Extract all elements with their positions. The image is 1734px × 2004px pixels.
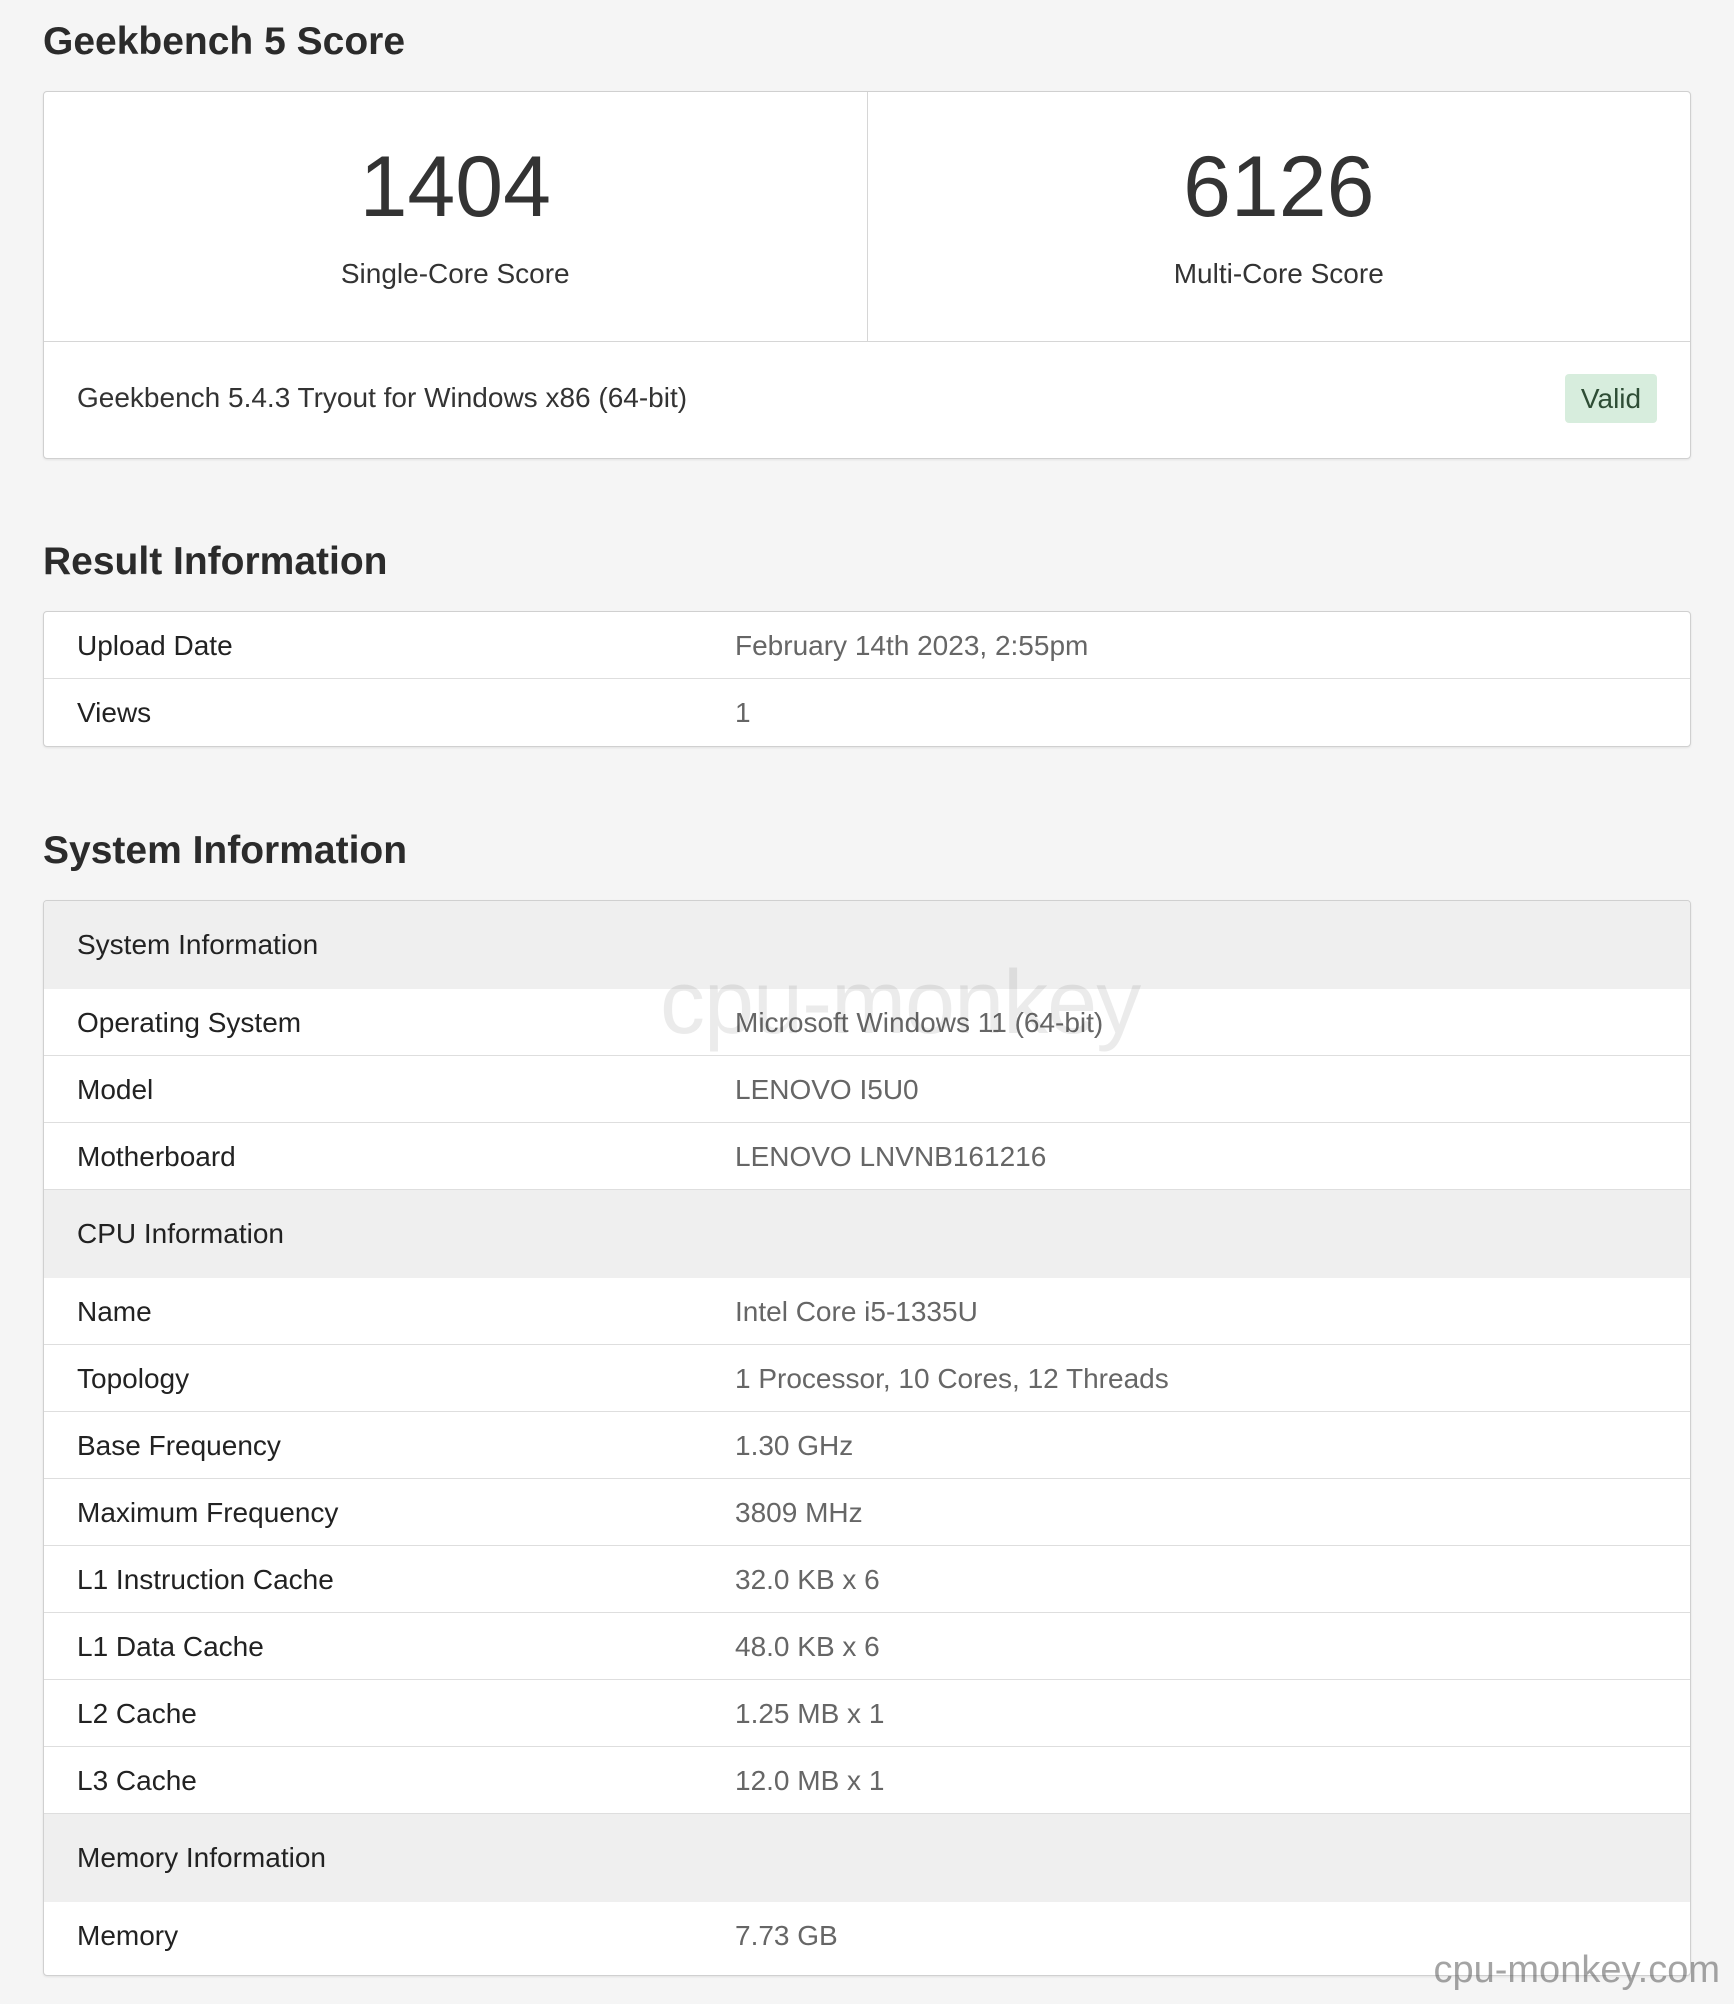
result-card: Upload Date February 14th 2023, 2:55pm V… bbox=[43, 611, 1691, 747]
table-row: L2 Cache 1.25 MB x 1 bbox=[44, 1680, 1690, 1747]
row-key: Motherboard bbox=[77, 1141, 236, 1172]
table-row: L3 Cache 12.0 MB x 1 bbox=[44, 1747, 1690, 1814]
table-row: Views 1 bbox=[44, 679, 1690, 746]
table-row: Memory 7.73 GB bbox=[44, 1902, 1690, 1969]
table-row: Base Frequency 1.30 GHz bbox=[44, 1412, 1690, 1479]
row-value: February 14th 2023, 2:55pm bbox=[735, 630, 1089, 661]
row-value: 3809 MHz bbox=[735, 1497, 863, 1528]
row-key: L1 Instruction Cache bbox=[77, 1564, 334, 1595]
table-row: L1 Data Cache 48.0 KB x 6 bbox=[44, 1613, 1690, 1680]
benchmark-version: Geekbench 5.4.3 Tryout for Windows x86 (… bbox=[77, 382, 688, 413]
row-key: L1 Data Cache bbox=[77, 1631, 264, 1662]
group-header-cpu: CPU Information bbox=[44, 1190, 1690, 1278]
row-value: Intel Core i5-1335U bbox=[735, 1296, 978, 1327]
score-card: 1404 Single-Core Score 6126 Multi-Core S… bbox=[43, 91, 1691, 459]
table-row: Operating System Microsoft Windows 11 (6… bbox=[44, 989, 1690, 1056]
table-row: Topology 1 Processor, 10 Cores, 12 Threa… bbox=[44, 1345, 1690, 1412]
row-value: 48.0 KB x 6 bbox=[735, 1631, 880, 1662]
row-value: 1.25 MB x 1 bbox=[735, 1698, 885, 1729]
multi-core-score-label: Multi-Core Score bbox=[1173, 258, 1384, 289]
group-title: System Information bbox=[77, 929, 319, 960]
row-key: L2 Cache bbox=[77, 1698, 197, 1729]
system-heading: System Information bbox=[43, 829, 408, 872]
score-heading: Geekbench 5 Score bbox=[43, 20, 406, 63]
group-header-memory: Memory Information bbox=[44, 1814, 1690, 1902]
row-key: Name bbox=[77, 1296, 152, 1327]
table-row: Motherboard LENOVO LNVNB161216 bbox=[44, 1123, 1690, 1190]
table-row: Model LENOVO I5U0 bbox=[44, 1056, 1690, 1123]
row-key: Maximum Frequency bbox=[77, 1497, 339, 1528]
row-value: 32.0 KB x 6 bbox=[735, 1564, 880, 1595]
table-row: Maximum Frequency 3809 MHz bbox=[44, 1479, 1690, 1546]
table-row: Name Intel Core i5-1335U bbox=[44, 1278, 1690, 1345]
row-key: Base Frequency bbox=[77, 1430, 281, 1461]
multi-core-score-value: 6126 bbox=[1183, 139, 1375, 235]
group-title: CPU Information bbox=[77, 1218, 284, 1249]
group-title: Memory Information bbox=[77, 1842, 326, 1873]
single-core-score-label: Single-Core Score bbox=[340, 258, 570, 289]
single-core-score-cell: 1404 Single-Core Score bbox=[44, 92, 867, 341]
row-key: Topology bbox=[77, 1363, 190, 1394]
version-row: Geekbench 5.4.3 Tryout for Windows x86 (… bbox=[44, 342, 1690, 458]
row-key: Memory bbox=[77, 1920, 179, 1951]
score-row: 1404 Single-Core Score 6126 Multi-Core S… bbox=[44, 92, 1690, 342]
row-value: 1 Processor, 10 Cores, 12 Threads bbox=[735, 1363, 1169, 1394]
row-key: Model bbox=[77, 1074, 154, 1105]
row-value: 1 bbox=[735, 697, 751, 728]
row-value: LENOVO I5U0 bbox=[735, 1074, 919, 1105]
row-value: 1.30 GHz bbox=[735, 1430, 854, 1461]
row-value: LENOVO LNVNB161216 bbox=[735, 1141, 1047, 1172]
row-value: Microsoft Windows 11 (64-bit) bbox=[735, 1007, 1104, 1038]
table-row: L1 Instruction Cache 32.0 KB x 6 bbox=[44, 1546, 1690, 1613]
single-core-score-value: 1404 bbox=[359, 139, 551, 235]
multi-core-score-cell: 6126 Multi-Core Score bbox=[866, 92, 1691, 341]
table-row: Upload Date February 14th 2023, 2:55pm bbox=[44, 612, 1690, 679]
result-heading: Result Information bbox=[43, 540, 388, 583]
row-key: Operating System bbox=[77, 1007, 302, 1038]
group-header-system: System Information bbox=[44, 901, 1690, 989]
system-card: System Information Operating System Micr… bbox=[43, 900, 1691, 1976]
row-key: L3 Cache bbox=[77, 1765, 197, 1796]
row-value: 12.0 MB x 1 bbox=[735, 1765, 885, 1796]
row-key: Views bbox=[77, 697, 152, 728]
row-value: 7.73 GB bbox=[735, 1920, 838, 1951]
status-badge: Valid bbox=[1565, 374, 1657, 423]
row-key: Upload Date bbox=[77, 630, 233, 661]
